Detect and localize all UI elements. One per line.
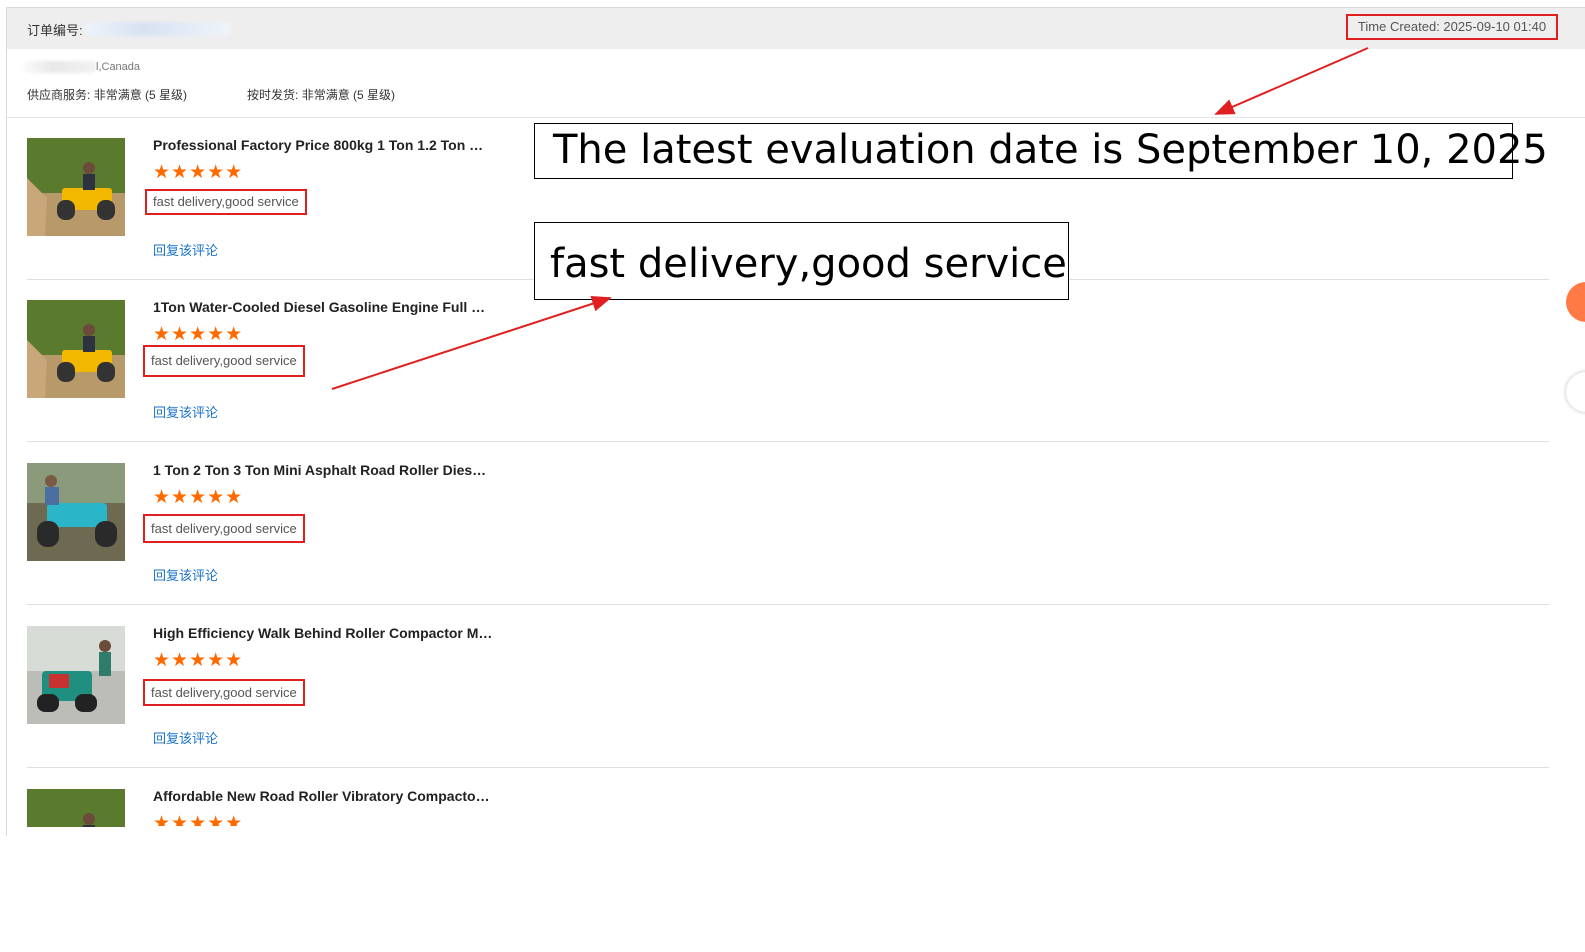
rating-label: 按时发货: xyxy=(247,88,299,102)
order-number-redacted xyxy=(85,22,231,36)
product-title[interactable]: 1Ton Water-Cooled Diesel Gasoline Engine… xyxy=(153,299,493,315)
date-annotation-callout: The latest evaluation date is September … xyxy=(534,123,1548,179)
star-rating: ★★★★★ xyxy=(153,814,244,826)
reply-review-link[interactable]: 回复该评论 xyxy=(153,402,218,421)
review-item: High Efficiency Walk Behind Roller Compa… xyxy=(27,625,1549,789)
product-thumbnail[interactable] xyxy=(27,138,125,236)
yellow-roller-image xyxy=(27,300,125,398)
product-title[interactable]: Affordable New Road Roller Vibratory Com… xyxy=(153,788,493,804)
header-divider xyxy=(7,117,1585,118)
reply-review-link[interactable]: 回复该评论 xyxy=(153,565,218,584)
buyer-country: l,Canada xyxy=(96,61,141,73)
rating-value: 非常满意 xyxy=(93,88,142,102)
item-divider xyxy=(27,767,1549,768)
review-comment: fast delivery,good service xyxy=(143,514,305,543)
rating-stars: (5 星级) xyxy=(145,88,188,102)
review-item: Affordable New Road Roller Vibratory Com… xyxy=(27,788,1549,952)
product-thumbnail[interactable] xyxy=(27,789,125,827)
supplier-service-rating: 供应商服务: 非常满意 (5 星级) xyxy=(27,86,187,103)
reply-review-link[interactable]: 回复该评论 xyxy=(153,240,218,259)
review-item: 1 Ton 2 Ton 3 Ton Mini Asphalt Road Roll… xyxy=(27,462,1549,626)
product-thumbnail[interactable] xyxy=(27,300,125,398)
star-rating: ★★★★★ xyxy=(153,487,244,508)
product-thumbnail[interactable] xyxy=(27,463,125,561)
buyer-name-redacted xyxy=(24,61,96,73)
review-comment: fast delivery,good service xyxy=(143,345,305,377)
order-number-label: 订单编号: xyxy=(27,23,83,38)
review-annotation-callout: fast delivery,good service xyxy=(534,222,1069,300)
star-rating: ★★★★★ xyxy=(153,650,244,671)
item-divider xyxy=(27,441,1549,442)
item-divider xyxy=(27,604,1549,605)
product-title[interactable]: High Efficiency Walk Behind Roller Compa… xyxy=(153,625,493,641)
product-thumbnail[interactable] xyxy=(27,626,125,724)
product-title[interactable]: Professional Factory Price 800kg 1 Ton 1… xyxy=(153,137,493,153)
rating-label: 供应商服务: xyxy=(27,88,91,102)
on-time-delivery-rating: 按时发货: 非常满意 (5 星级) xyxy=(247,86,395,103)
review-comment: fast delivery,good service xyxy=(145,189,307,215)
product-title[interactable]: 1 Ton 2 Ton 3 Ton Mini Asphalt Road Roll… xyxy=(153,462,493,478)
blue-roller-image xyxy=(27,463,125,561)
yellow-roller-image xyxy=(27,138,125,236)
rating-stars: (5 星级) xyxy=(353,88,396,102)
rating-value: 非常满意 xyxy=(301,88,350,102)
review-comment: fast delivery,good service xyxy=(143,679,305,706)
yellow-roller-image xyxy=(27,789,125,827)
time-created: Time Created: 2025-09-10 01:40 xyxy=(1346,14,1558,40)
review-item: 1Ton Water-Cooled Diesel Gasoline Engine… xyxy=(27,299,1549,463)
walk-behind-roller-image xyxy=(27,626,125,724)
reply-review-link[interactable]: 回复该评论 xyxy=(153,728,218,747)
star-rating: ★★★★★ xyxy=(153,324,244,345)
star-rating: ★★★★★ xyxy=(153,162,244,183)
